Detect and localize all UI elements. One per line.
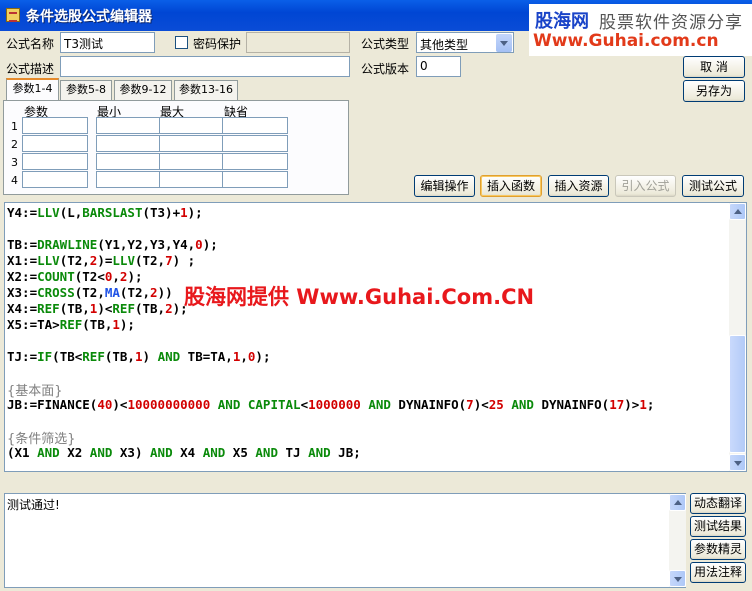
param-3-name[interactable] xyxy=(22,153,88,170)
insert-function-button[interactable]: 插入函数 xyxy=(480,175,542,197)
param-3-default[interactable] xyxy=(222,153,288,170)
brand-logo: 股海网 xyxy=(535,11,589,32)
param-4-name[interactable] xyxy=(22,171,88,188)
import-formula-button[interactable]: 引入公式 xyxy=(615,175,676,197)
desc-label: 公式描述 xyxy=(6,62,55,76)
code-line: JB:=FINANCE(40)<10000000000 AND CAPITAL<… xyxy=(7,397,655,412)
app-icon xyxy=(6,8,20,22)
param-3-min[interactable] xyxy=(96,153,162,170)
code-line: TB:=DRAWLINE(Y1,Y2,Y3,Y4,0); xyxy=(7,237,218,252)
insert-resource-button[interactable]: 插入资源 xyxy=(548,175,609,197)
formula-name-input[interactable]: T3测试 xyxy=(60,32,155,53)
scroll-thumb[interactable] xyxy=(729,335,746,453)
editor-scrollbar[interactable] xyxy=(729,203,746,471)
code-line: X1:=LLV(T2,2)=LLV(T2,7) ; xyxy=(7,253,196,268)
code-line: (X1 AND X2 AND X3) AND X4 AND X5 AND TJ … xyxy=(7,445,361,460)
param-1-name[interactable] xyxy=(22,117,88,134)
cancel-button[interactable]: 取 消 xyxy=(683,56,745,78)
param-4-max[interactable] xyxy=(159,171,225,188)
scroll-down-icon[interactable] xyxy=(669,570,686,587)
code-line: TJ:=IF(TB<REF(TB,1) AND TB=TA,1,0); xyxy=(7,349,271,364)
tab-params-5-8[interactable]: 参数5-8 xyxy=(60,80,112,100)
brand-banner: 股海网 股票软件资源分享 Www.Guhai.com.cn xyxy=(529,4,752,56)
window-title: 条件选股公式编辑器 xyxy=(26,9,152,25)
scroll-up-icon[interactable] xyxy=(669,494,686,511)
code-line: Y4:=LLV(L,BARSLAST(T3)+1); xyxy=(7,205,203,220)
password-input[interactable] xyxy=(246,32,350,53)
code-line: X4:=REF(TB,1)<REF(TB,2); xyxy=(7,301,188,316)
param-row-number: 2 xyxy=(11,138,18,151)
code-line: X3:=CROSS(T2,MA(T2,2)) xyxy=(7,285,173,300)
param-2-name[interactable] xyxy=(22,135,88,152)
result-text: 测试通过! xyxy=(7,498,60,512)
password-checkbox[interactable] xyxy=(175,36,188,49)
test-formula-button[interactable]: 测试公式 xyxy=(682,175,744,197)
param-row-number: 1 xyxy=(11,120,18,133)
scroll-down-icon[interactable] xyxy=(729,454,746,471)
formula-type-value: 其他类型 xyxy=(420,38,469,52)
param-wizard-button[interactable]: 参数精灵 xyxy=(690,539,746,560)
test-result-area[interactable]: 测试通过! xyxy=(4,493,686,588)
param-4-default[interactable] xyxy=(222,171,288,188)
scroll-up-icon[interactable] xyxy=(729,203,746,220)
code-line: X5:=TA>REF(TB,1); xyxy=(7,317,135,332)
tab-params-1-4[interactable]: 参数1-4 xyxy=(6,78,59,101)
param-3-max[interactable] xyxy=(159,153,225,170)
edit-operation-button[interactable]: 编辑操作 xyxy=(414,175,475,197)
save-as-button[interactable]: 另存为 xyxy=(683,80,745,102)
param-row-number: 4 xyxy=(11,174,18,187)
param-2-default[interactable] xyxy=(222,135,288,152)
param-1-min[interactable] xyxy=(96,117,162,134)
code-editor[interactable]: Y4:=LLV(L,BARSLAST(T3)+1); TB:=DRAWLINE(… xyxy=(4,202,747,472)
name-label: 公式名称 xyxy=(6,37,55,51)
formula-type-select[interactable]: 其他类型 xyxy=(416,32,514,53)
version-input[interactable]: 0 xyxy=(416,56,461,77)
result-scrollbar[interactable] xyxy=(669,494,686,587)
usage-notes-button[interactable]: 用法注释 xyxy=(690,562,746,583)
param-2-min[interactable] xyxy=(96,135,162,152)
type-label: 公式类型 xyxy=(361,37,410,51)
param-4-min[interactable] xyxy=(96,171,162,188)
tab-params-13-16[interactable]: 参数13-16 xyxy=(174,80,238,100)
param-2-max[interactable] xyxy=(159,135,225,152)
test-result-button[interactable]: 测试结果 xyxy=(690,516,746,537)
brand-url: Www.Guhai.com.cn xyxy=(533,31,719,51)
version-label: 公式版本 xyxy=(361,62,410,76)
chevron-down-icon[interactable] xyxy=(496,34,512,52)
password-label: 密码保护 xyxy=(193,37,242,51)
param-1-default[interactable] xyxy=(222,117,288,134)
param-1-max[interactable] xyxy=(159,117,225,134)
tab-params-9-12[interactable]: 参数9-12 xyxy=(114,80,172,100)
param-row-number: 3 xyxy=(11,156,18,169)
brand-tagline: 股票软件资源分享 xyxy=(599,13,743,33)
code-line: X2:=COUNT(T2<0,2); xyxy=(7,269,143,284)
dynamic-translate-button[interactable]: 动态翻译 xyxy=(690,493,746,514)
watermark-text: 股海网提供 Www.Guhai.Com.CN xyxy=(184,285,535,309)
formula-desc-input[interactable] xyxy=(60,56,350,77)
